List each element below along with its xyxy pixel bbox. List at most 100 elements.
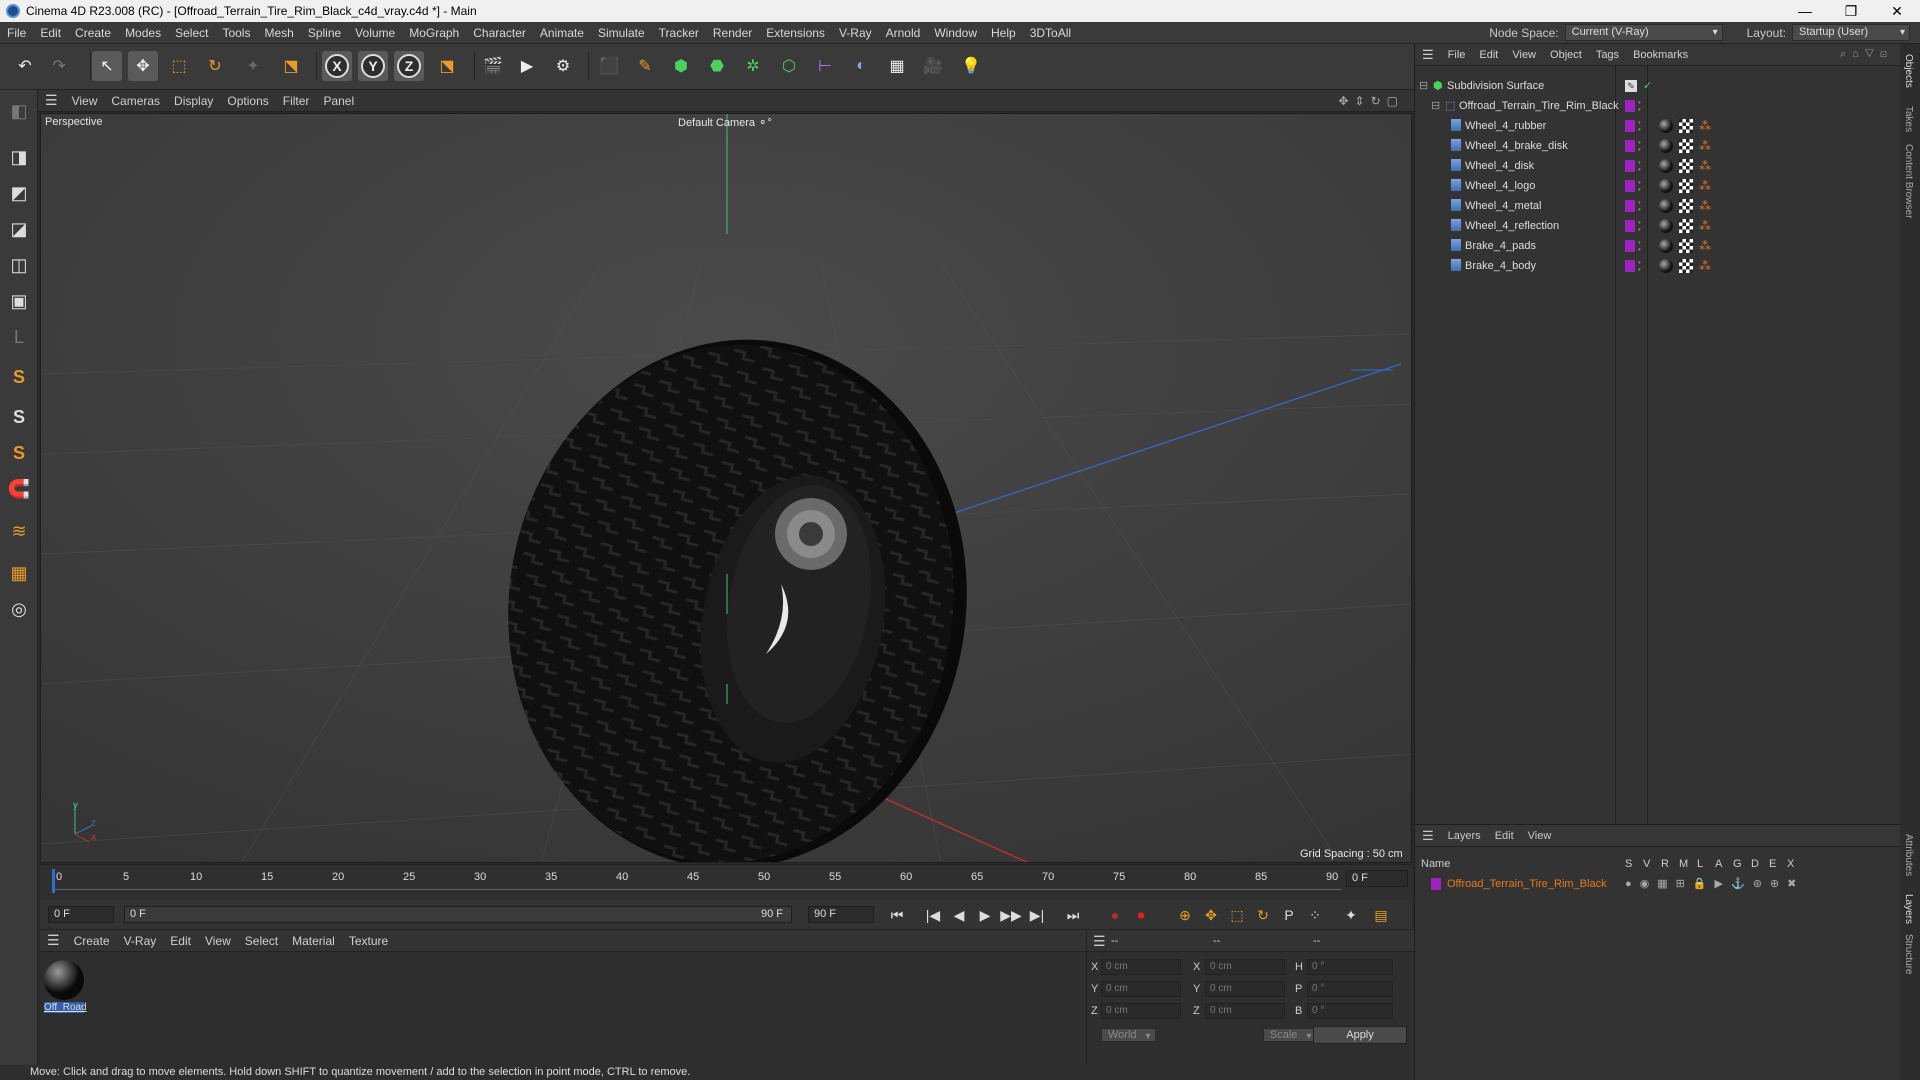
field-icon[interactable]: ◐ <box>846 51 876 81</box>
start-frame-field[interactable]: 0 F <box>48 906 114 923</box>
layer-color-swatch[interactable] <box>1625 140 1635 152</box>
node-space-dropdown[interactable]: Current (V-Ray) <box>1564 24 1723 41</box>
rotate-tool-icon[interactable]: ↻ <box>200 51 230 81</box>
model-mode-icon[interactable]: ◨ <box>4 142 34 172</box>
layer-col-v[interactable]: V <box>1643 858 1650 870</box>
viewport-menu-options[interactable]: Options <box>220 94 275 108</box>
sculpt-icon[interactable]: ▦ <box>4 558 34 588</box>
layer-col-r[interactable]: R <box>1661 858 1669 870</box>
menu-volume[interactable]: Volume <box>348 22 402 44</box>
object-hamburger-icon[interactable]: ☰ <box>1415 47 1441 63</box>
layer-col-m[interactable]: M <box>1679 858 1688 870</box>
uvw-tag-icon[interactable] <box>1679 179 1693 193</box>
rot-p-field[interactable]: 0 ° <box>1307 981 1393 997</box>
layer-menu-view[interactable]: View <box>1521 830 1559 842</box>
menu-render[interactable]: Render <box>706 22 759 44</box>
vray-tag-icon[interactable]: ⁂ <box>1699 119 1711 133</box>
frame-range-slider[interactable]: 0 F 90 F <box>124 906 792 923</box>
material-menu-view[interactable]: View <box>198 934 238 948</box>
layer-col-g[interactable]: G <box>1733 858 1742 870</box>
texture-mode-icon[interactable]: ◩ <box>4 178 34 208</box>
material-tag-icon[interactable] <box>1659 119 1673 133</box>
menu-vray[interactable]: V-Ray <box>832 22 879 44</box>
close-button[interactable]: ✕ <box>1874 0 1920 22</box>
menu-create[interactable]: Create <box>68 22 118 44</box>
menu-modes[interactable]: Modes <box>118 22 168 44</box>
layer-color-swatch[interactable] <box>1625 200 1635 212</box>
material-tag-icon[interactable] <box>1659 159 1673 173</box>
material-tag-icon[interactable] <box>1659 179 1673 193</box>
uvw-tag-icon[interactable] <box>1679 219 1693 233</box>
viewport-menu-display[interactable]: Display <box>167 94 220 108</box>
coordinate-system-icon[interactable]: ⬔ <box>432 51 462 81</box>
layer-hamburger-icon[interactable]: ☰ <box>1415 828 1441 844</box>
layer-menu-edit[interactable]: Edit <box>1488 830 1521 842</box>
menu-3dtoall[interactable]: 3DToAll <box>1023 22 1078 44</box>
material-tag-icon[interactable] <box>1659 239 1673 253</box>
uvw-tag-icon[interactable] <box>1679 199 1693 213</box>
timeline-ruler[interactable]: 0 5 10 15 20 25 30 35 40 45 50 55 60 65 … <box>40 864 1412 900</box>
snap-mode-icon[interactable]: 🧲 <box>4 474 34 504</box>
object-row[interactable]: Wheel_4_brake_disk • • ⁂ <box>1415 136 1881 156</box>
uvw-tag-icon[interactable] <box>1679 119 1693 133</box>
material-menu-edit[interactable]: Edit <box>163 934 198 948</box>
extrude-icon[interactable]: ⬣ <box>702 51 732 81</box>
vray-tag-icon[interactable]: ⁂ <box>1699 259 1711 273</box>
mograph-generator-icon[interactable]: ⬡ <box>774 51 804 81</box>
cloner-icon[interactable]: ✲ <box>738 51 768 81</box>
key-parameter-icon[interactable]: P <box>1278 905 1300 925</box>
maximize-button[interactable]: ❐ <box>1828 0 1874 22</box>
light-object-icon[interactable]: 💡 <box>956 51 986 81</box>
material-tag-icon[interactable] <box>1659 219 1673 233</box>
layer-col-l[interactable]: L <box>1697 858 1703 870</box>
side-tab-content-browser[interactable]: Content Browser <box>1903 144 1914 218</box>
key-pla-icon[interactable]: ⁘ <box>1304 905 1326 925</box>
object-row[interactable]: Wheel_4_disk • • ⁂ <box>1415 156 1881 176</box>
current-frame-field[interactable]: 0 F <box>1346 870 1408 887</box>
pen-spline-icon[interactable]: ✎ <box>630 51 660 81</box>
next-key-icon[interactable]: ▶| <box>1026 905 1048 925</box>
uvw-tag-icon[interactable] <box>1679 259 1693 273</box>
layer-flag-icons[interactable]: ●◉▦⊞🔒▶⚓⊛⊕✖ <box>1625 875 1804 893</box>
object-menu-bookmarks[interactable]: Bookmarks <box>1626 49 1695 61</box>
material-menu-create[interactable]: Create <box>67 934 117 948</box>
menu-tools[interactable]: Tools <box>215 22 257 44</box>
undo-icon[interactable]: ↶ <box>10 51 40 81</box>
object-row-subdivision-surface[interactable]: ⊟ ⬢ Subdivision Surface ✎ ✓ <box>1415 76 1881 96</box>
deformer-icon[interactable]: ⊢ <box>810 51 840 81</box>
layer-col-e[interactable]: E <box>1769 858 1776 870</box>
object-toolbar-icons[interactable]: ⌕⌂▽⊡ <box>1833 48 1900 61</box>
layer-color-swatch[interactable] <box>1625 180 1635 192</box>
camera-object-icon[interactable]: 🎥 <box>918 51 948 81</box>
layer-menu-layers[interactable]: Layers <box>1441 830 1488 842</box>
coordinates-hamburger-icon[interactable]: ☰ <box>1093 933 1106 950</box>
grid-icon[interactable]: ◎ <box>4 594 34 624</box>
material-tag-icon[interactable] <box>1659 259 1673 273</box>
object-row[interactable]: Brake_4_pads • • ⁂ <box>1415 236 1881 256</box>
vray-tag-icon[interactable]: ⁂ <box>1699 159 1711 173</box>
edges-mode-icon[interactable]: ◫ <box>4 250 34 280</box>
side-tab-layers[interactable]: Layers <box>1903 894 1914 924</box>
subdivision-surface-icon[interactable]: ⬢ <box>666 51 696 81</box>
rot-b-field[interactable]: 0 ° <box>1307 1003 1393 1019</box>
vray-tag-icon[interactable]: ⁂ <box>1699 179 1711 193</box>
menu-edit[interactable]: Edit <box>33 22 68 44</box>
playhead[interactable] <box>52 869 55 893</box>
recent-tool-icon[interactable]: ⬔ <box>276 51 306 81</box>
layer-col-x[interactable]: X <box>1787 858 1794 870</box>
viewport-menu-filter[interactable]: Filter <box>276 94 317 108</box>
vray-tag-icon[interactable]: ⁂ <box>1699 239 1711 253</box>
apply-button[interactable]: Apply <box>1313 1026 1407 1044</box>
size-y-field[interactable]: 0 cm <box>1205 981 1285 997</box>
viewport-menu-view[interactable]: View <box>65 94 105 108</box>
material-hamburger-icon[interactable]: ☰ <box>40 932 67 949</box>
z-axis-lock-button[interactable]: Z <box>394 51 424 81</box>
side-tab-objects[interactable]: Objects <box>1903 54 1914 88</box>
viewport-menu-panel[interactable]: Panel <box>316 94 361 108</box>
menu-tracker[interactable]: Tracker <box>652 22 706 44</box>
material-swatch[interactable]: Off_Road <box>44 960 87 1018</box>
coordinate-space-dropdown[interactable]: World <box>1101 1028 1156 1042</box>
menu-window[interactable]: Window <box>927 22 984 44</box>
material-menu-vray[interactable]: V-Ray <box>117 934 164 948</box>
snap-settings-icon[interactable]: S <box>4 438 34 468</box>
